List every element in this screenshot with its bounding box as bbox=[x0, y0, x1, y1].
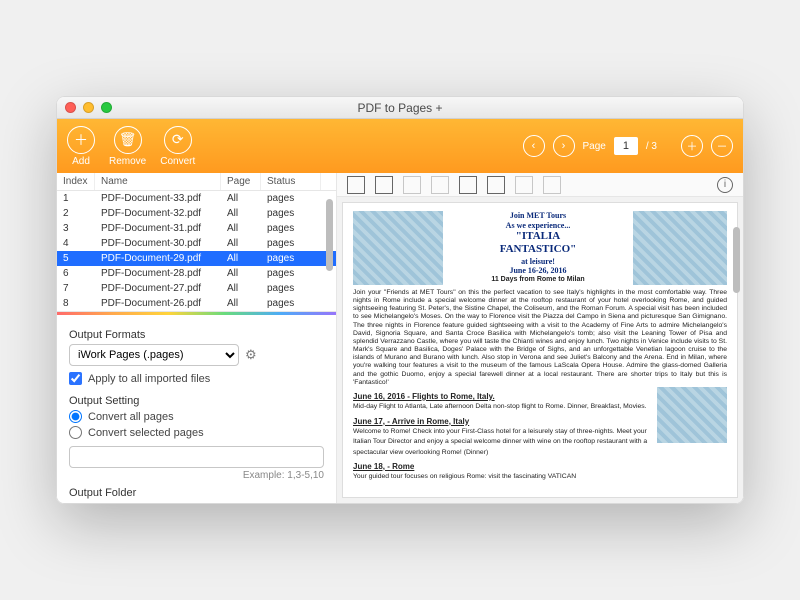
crop-tool-2[interactable] bbox=[375, 176, 393, 194]
close-icon[interactable] bbox=[65, 102, 76, 113]
add-button[interactable]: ＋ Add bbox=[67, 126, 95, 167]
zoom-out-button[interactable]: － bbox=[711, 135, 733, 157]
prev-page-button[interactable]: ‹ bbox=[523, 135, 545, 157]
plus-icon: ＋ bbox=[67, 126, 95, 154]
apply-all-checkbox[interactable] bbox=[69, 372, 82, 385]
preview-image-left bbox=[353, 211, 443, 285]
pager: ‹ › Page / 3 bbox=[523, 135, 657, 157]
crop-toolbar: i bbox=[337, 173, 743, 197]
file-list[interactable]: Index Name Page Status 1PDF-Document-33.… bbox=[57, 173, 336, 312]
convert-button[interactable]: ⟳ Convert bbox=[160, 126, 195, 167]
settings-panel: Output Formats iWork Pages (.pages) ⚙ Ap… bbox=[57, 315, 336, 503]
preview-intro: Join your "Friends at MET Tours" on this… bbox=[353, 289, 727, 387]
crop-tool-4[interactable] bbox=[431, 176, 449, 194]
convert-selected-radio[interactable] bbox=[69, 426, 82, 439]
file-list-header: Index Name Page Status bbox=[57, 173, 336, 191]
output-formats-label: Output Formats bbox=[69, 329, 324, 341]
titlebar: PDF to Pages + bbox=[57, 97, 743, 119]
table-row[interactable]: 3PDF-Document-31.pdfAllpages bbox=[57, 221, 336, 236]
crop-tool-7[interactable] bbox=[515, 176, 533, 194]
table-row[interactable]: 8PDF-Document-26.pdfAllpages bbox=[57, 296, 336, 311]
crop-tool-3[interactable] bbox=[403, 176, 421, 194]
output-folder-label: Output Folder bbox=[69, 487, 324, 499]
table-row[interactable]: 5PDF-Document-29.pdfAllpages bbox=[57, 251, 336, 266]
table-row[interactable]: 2PDF-Document-32.pdfAllpages bbox=[57, 206, 336, 221]
toolbar: ＋ Add 🗑 Remove ⟳ Convert ‹ › Page / 3 ＋ … bbox=[57, 119, 743, 173]
preview-page[interactable]: Join MET Tours As we experience... "ITAL… bbox=[343, 203, 737, 497]
crop-tool-6[interactable] bbox=[487, 176, 505, 194]
convert-all-radio[interactable] bbox=[69, 410, 82, 423]
page-label: Page bbox=[583, 141, 606, 152]
info-icon[interactable]: i bbox=[717, 177, 733, 193]
refresh-icon: ⟳ bbox=[164, 126, 192, 154]
table-row[interactable]: 7PDF-Document-27.pdfAllpages bbox=[57, 281, 336, 296]
preview-heading: Join MET Tours As we experience... "ITAL… bbox=[447, 211, 629, 284]
page-range-input[interactable] bbox=[69, 446, 324, 468]
table-row[interactable]: 4PDF-Document-30.pdfAllpages bbox=[57, 236, 336, 251]
preview-image-right bbox=[633, 211, 727, 285]
page-total: / 3 bbox=[646, 141, 657, 152]
range-example: Example: 1,3-5,10 bbox=[69, 470, 324, 481]
crop-tool-5[interactable] bbox=[459, 176, 477, 194]
preview-scrollbar-thumb[interactable] bbox=[733, 227, 740, 293]
page-input[interactable] bbox=[614, 137, 638, 155]
remove-button[interactable]: 🗑 Remove bbox=[109, 126, 146, 167]
output-format-select[interactable]: iWork Pages (.pages) bbox=[69, 344, 239, 366]
zoom-icon[interactable] bbox=[101, 102, 112, 113]
crop-tool-1[interactable] bbox=[347, 176, 365, 194]
zoom-in-button[interactable]: ＋ bbox=[681, 135, 703, 157]
crop-tool-8[interactable] bbox=[543, 176, 561, 194]
apply-all-label: Apply to all imported files bbox=[88, 373, 210, 385]
options-icon[interactable]: ⚙ bbox=[245, 347, 257, 363]
output-setting-label: Output Setting bbox=[69, 395, 324, 407]
minimize-icon[interactable] bbox=[83, 102, 94, 113]
next-page-button[interactable]: › bbox=[553, 135, 575, 157]
trash-icon: 🗑 bbox=[114, 126, 142, 154]
window-title: PDF to Pages + bbox=[357, 101, 442, 115]
app-window: PDF to Pages + ＋ Add 🗑 Remove ⟳ Convert … bbox=[56, 96, 744, 504]
table-row[interactable]: 1PDF-Document-33.pdfAllpages bbox=[57, 191, 336, 206]
list-scrollbar-thumb[interactable] bbox=[326, 199, 333, 271]
table-row[interactable]: 6PDF-Document-28.pdfAllpages bbox=[57, 266, 336, 281]
preview-image-side bbox=[657, 387, 727, 443]
